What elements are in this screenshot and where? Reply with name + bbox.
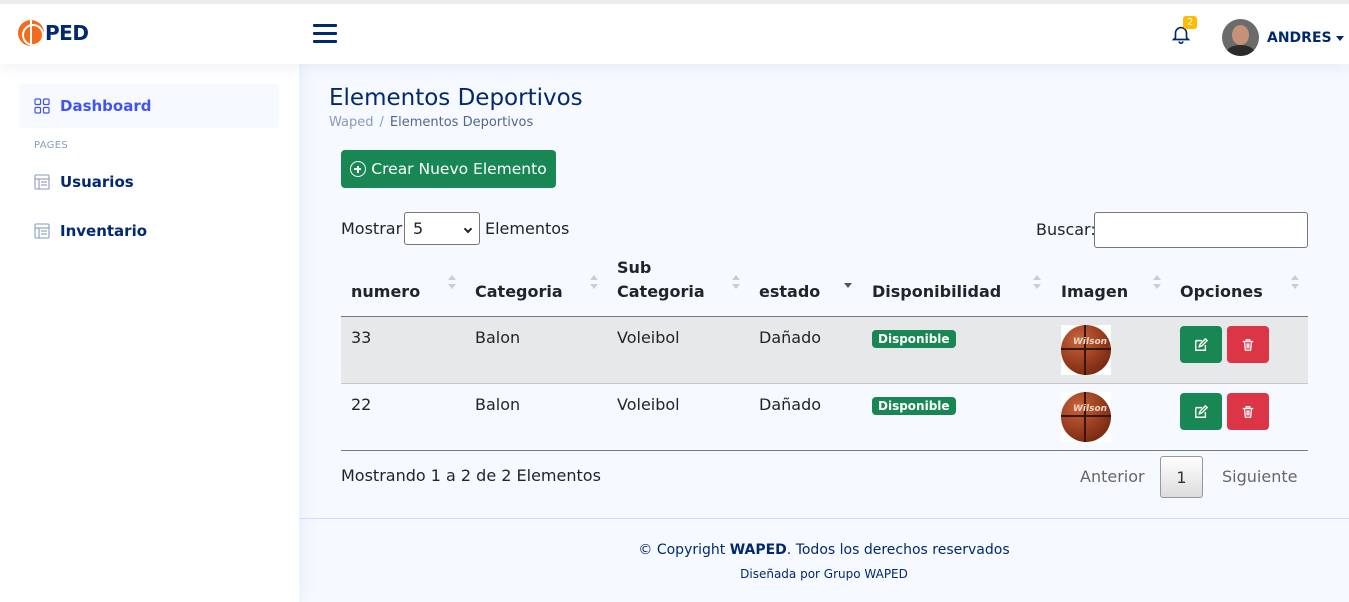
status-badge: Disponible: [872, 330, 956, 348]
breadcrumb: Waped / Elementos Deportivos: [329, 115, 534, 130]
list-icon: [34, 223, 50, 239]
cell-estado: Dañado: [759, 328, 822, 347]
delete-button[interactable]: [1227, 393, 1269, 430]
sidebar-item-label: Usuarios: [60, 173, 134, 191]
breadcrumb-home-link[interactable]: Waped: [329, 115, 374, 130]
ball-logo-icon: [18, 20, 44, 46]
cell-categoria: Balon: [475, 328, 521, 347]
delete-button[interactable]: [1227, 326, 1269, 363]
cell-numero: 33: [351, 328, 372, 347]
column-header-numero[interactable]: numero: [351, 256, 420, 317]
top-header: PED 2 ANDRES: [0, 0, 1349, 64]
list-icon: [34, 174, 50, 190]
cell-numero: 22: [351, 395, 372, 414]
length-suffix: Elementos: [485, 219, 570, 238]
cell-estado: Dañado: [759, 395, 822, 414]
cell-subcategoria: Voleibol: [617, 328, 680, 347]
table-row: 22 Balon Voleibol Dañado Disponible Wils…: [341, 384, 1308, 451]
pagination-next[interactable]: Siguiente: [1222, 467, 1297, 486]
pagination-prev[interactable]: Anterior: [1080, 467, 1145, 486]
sort-desc-icon: [844, 275, 852, 291]
sidebar-item-usuarios[interactable]: Usuarios: [19, 160, 279, 204]
sidebar-item-label: Dashboard: [60, 97, 152, 115]
user-name-label: ANDRES: [1267, 30, 1332, 46]
table-row: 33 Balon Voleibol Dañado Disponible Wils…: [341, 317, 1308, 384]
create-element-button[interactable]: Crear Nuevo Elemento: [341, 150, 556, 188]
trash-icon: [1242, 405, 1254, 418]
search-input[interactable]: [1094, 212, 1308, 248]
search-label: Buscar:: [1036, 220, 1096, 239]
create-button-label: Crear Nuevo Elemento: [371, 160, 547, 178]
sidebar-item-inventario[interactable]: Inventario: [19, 209, 279, 253]
column-header-imagen[interactable]: Imagen: [1061, 256, 1128, 317]
sort-icon: [448, 275, 456, 291]
credits: Diseñada por Grupo WAPED: [740, 567, 908, 581]
sidebar-item-label: Inventario: [60, 222, 148, 240]
plus-circle-icon: [350, 161, 367, 177]
pagination-page-1[interactable]: 1: [1160, 456, 1203, 498]
breadcrumb-current: Elementos Deportivos: [389, 115, 534, 130]
chevron-down-icon: [463, 224, 473, 234]
edit-button[interactable]: [1180, 326, 1222, 363]
menu-toggle-icon[interactable]: [313, 24, 337, 44]
logo-text: PED: [45, 21, 89, 45]
ball-image: Wilson: [1061, 325, 1111, 375]
status-badge: Disponible: [872, 397, 956, 415]
logo[interactable]: PED: [18, 20, 89, 46]
user-menu[interactable]: ANDRES: [1267, 30, 1344, 46]
caret-down-icon: [1335, 35, 1344, 41]
table-info: Mostrando 1 a 2 de 2 Elementos: [341, 466, 601, 485]
cell-categoria: Balon: [475, 395, 521, 414]
footer-brand: WAPED: [729, 542, 787, 558]
sort-icon: [590, 275, 598, 291]
edit-icon: [1195, 337, 1208, 351]
column-header-categoria[interactable]: Categoria: [475, 256, 563, 317]
nav-heading: PAGES: [34, 140, 68, 151]
column-header-disponibilidad[interactable]: Disponibilidad: [872, 256, 1001, 317]
trash-icon: [1242, 338, 1254, 351]
sidebar-item-dashboard[interactable]: Dashboard: [19, 84, 279, 128]
edit-icon: [1195, 404, 1208, 418]
page-length-select[interactable]: 5: [404, 212, 480, 245]
notification-badge: 2: [1183, 16, 1198, 29]
column-header-subcategoria[interactable]: Sub Categoria: [617, 256, 705, 317]
sort-icon: [732, 275, 740, 291]
grid-icon: [34, 98, 50, 114]
sort-icon: [1291, 275, 1299, 291]
length-label: Mostrar: [341, 219, 403, 238]
copyright: © Copyright WAPED. Todos los derechos re…: [638, 542, 1010, 558]
sort-icon: [1153, 275, 1161, 291]
page-title: Elementos Deportivos: [329, 85, 583, 111]
sort-icon: [1033, 275, 1041, 291]
page-length-value: 5: [413, 219, 424, 238]
avatar[interactable]: [1222, 19, 1259, 56]
column-header-opciones[interactable]: Opciones: [1180, 256, 1263, 317]
sidebar: Dashboard PAGES Usuarios Inventario: [0, 64, 299, 602]
column-header-estado[interactable]: estado: [759, 256, 820, 317]
ball-image: Wilson: [1061, 392, 1111, 442]
cell-subcategoria: Voleibol: [617, 395, 680, 414]
edit-button[interactable]: [1180, 393, 1222, 430]
